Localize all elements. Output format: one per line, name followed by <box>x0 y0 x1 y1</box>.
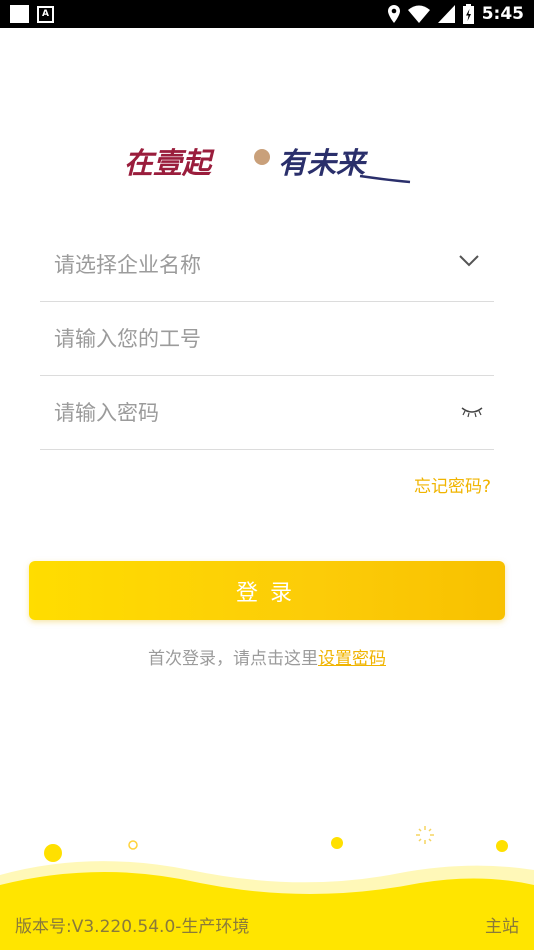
password-field[interactable] <box>40 376 494 450</box>
status-bar-left: A <box>10 5 54 23</box>
location-icon <box>387 5 400 23</box>
brand-logo: 在壹起 有未来 <box>124 146 411 184</box>
logo-slogan-part-1: 在壹起 <box>124 146 215 180</box>
company-select[interactable] <box>40 228 494 302</box>
accessibility-a-icon: A <box>37 5 54 23</box>
first-login-text: 首次登录，请点击这里 <box>148 649 318 669</box>
employee-id-field[interactable] <box>40 302 494 376</box>
decor-dot <box>331 837 343 849</box>
login-screen: A 5:45 在壹起 有未来 请选择企业名称 请输入您的工号 忘记密码? 登录 … <box>0 0 534 950</box>
chevron-down-icon[interactable] <box>458 254 480 268</box>
employee-id-input[interactable] <box>52 316 436 362</box>
first-login-hint: 首次登录，请点击这里设置密码 <box>0 644 534 669</box>
decor-ring <box>128 840 138 850</box>
logo-figure-icon <box>254 149 270 165</box>
decor-dot <box>44 844 62 862</box>
notification-square-icon <box>10 5 29 23</box>
eye-closed-icon[interactable] <box>460 404 484 418</box>
loading-spinner-icon <box>416 826 434 844</box>
password-input[interactable] <box>52 390 436 436</box>
status-time: 5:45 <box>481 4 524 24</box>
set-password-link[interactable]: 设置密码 <box>318 649 386 669</box>
main-site-link[interactable]: 主站 <box>485 912 519 937</box>
cellular-signal-icon <box>437 5 455 23</box>
status-bar: A 5:45 <box>0 0 534 28</box>
battery-charging-icon <box>462 4 474 24</box>
version-label: 版本号:V3.220.54.0-生产环境 <box>15 917 250 937</box>
logo-slogan-part-2: 有未来 <box>278 146 369 180</box>
company-select-input[interactable] <box>52 242 436 288</box>
logo-swoosh <box>359 174 411 184</box>
login-button[interactable]: 登录 <box>29 561 505 620</box>
wifi-icon <box>407 5 430 23</box>
status-bar-right: 5:45 <box>387 3 524 25</box>
decor-dot <box>496 840 508 852</box>
forgot-password-link[interactable]: 忘记密码? <box>414 472 491 497</box>
